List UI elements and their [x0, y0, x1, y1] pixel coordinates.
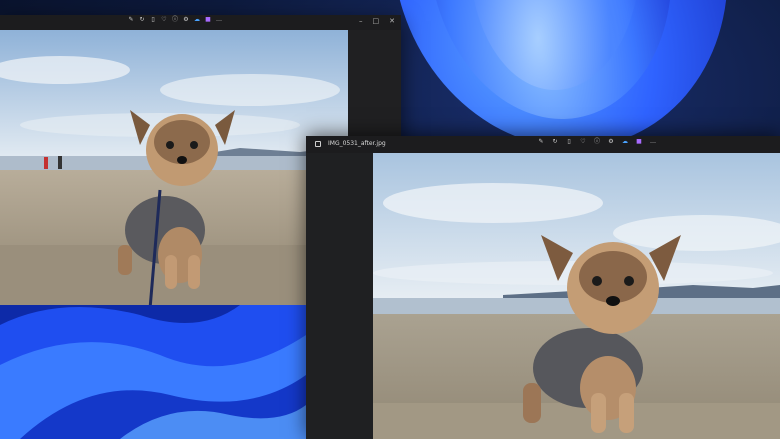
- window-titlebar[interactable]: ✎ ↻ ▯ ♡ ⓘ ⚙ ☁ ■ … – □ ✕: [0, 15, 401, 30]
- rotate-icon[interactable]: ↻: [552, 139, 558, 145]
- viewer-toolbar: ✎ ↻ ▯ ♡ ⓘ ⚙ ☁ ■ …: [128, 17, 222, 23]
- favorite-icon[interactable]: ♡: [580, 139, 586, 145]
- delete-icon[interactable]: ▯: [150, 17, 156, 23]
- viewer-toolbar: ✎ ↻ ▯ ♡ ⓘ ⚙ ☁ ■ …: [538, 139, 656, 145]
- photos-window-front[interactable]: IMG_0531_after.jpg ✎ ↻ ▯ ♡ ⓘ ⚙ ☁ ■ …: [306, 136, 780, 439]
- wallpaper-window[interactable]: [0, 305, 306, 439]
- more-icon[interactable]: …: [216, 17, 222, 23]
- close-icon[interactable]: ✕: [389, 17, 395, 25]
- photo-dog-after: [373, 153, 780, 439]
- info-icon[interactable]: ⓘ: [594, 139, 600, 145]
- onedrive-icon[interactable]: ☁: [622, 139, 628, 145]
- window-controls: – □ ✕: [359, 17, 395, 25]
- dog-photo-image: [0, 30, 348, 309]
- info-icon[interactable]: ⓘ: [172, 17, 178, 23]
- settings-icon[interactable]: ⚙: [183, 17, 189, 23]
- photo-dog-before: [0, 30, 348, 309]
- more-icon[interactable]: …: [650, 139, 656, 145]
- viewer-side-panel: [306, 153, 373, 439]
- window-titlebar[interactable]: IMG_0531_after.jpg ✎ ↻ ▯ ♡ ⓘ ⚙ ☁ ■ …: [306, 136, 780, 153]
- minimize-icon[interactable]: –: [359, 17, 363, 25]
- favorite-icon[interactable]: ♡: [161, 17, 167, 23]
- clipchamp-icon[interactable]: ■: [205, 17, 211, 23]
- settings-icon[interactable]: ⚙: [608, 139, 614, 145]
- photos-app-icon: [315, 141, 321, 147]
- wallpaper-bloom-image: [0, 305, 306, 439]
- rotate-icon[interactable]: ↻: [139, 17, 145, 23]
- maximize-icon[interactable]: □: [373, 17, 380, 25]
- delete-icon[interactable]: ▯: [566, 139, 572, 145]
- onedrive-icon[interactable]: ☁: [194, 17, 200, 23]
- edit-icon[interactable]: ✎: [538, 139, 544, 145]
- dog-photo-image: [373, 153, 780, 439]
- edit-icon[interactable]: ✎: [128, 17, 134, 23]
- clipchamp-icon[interactable]: ■: [636, 139, 642, 145]
- window-title-filename: IMG_0531_after.jpg: [328, 140, 386, 147]
